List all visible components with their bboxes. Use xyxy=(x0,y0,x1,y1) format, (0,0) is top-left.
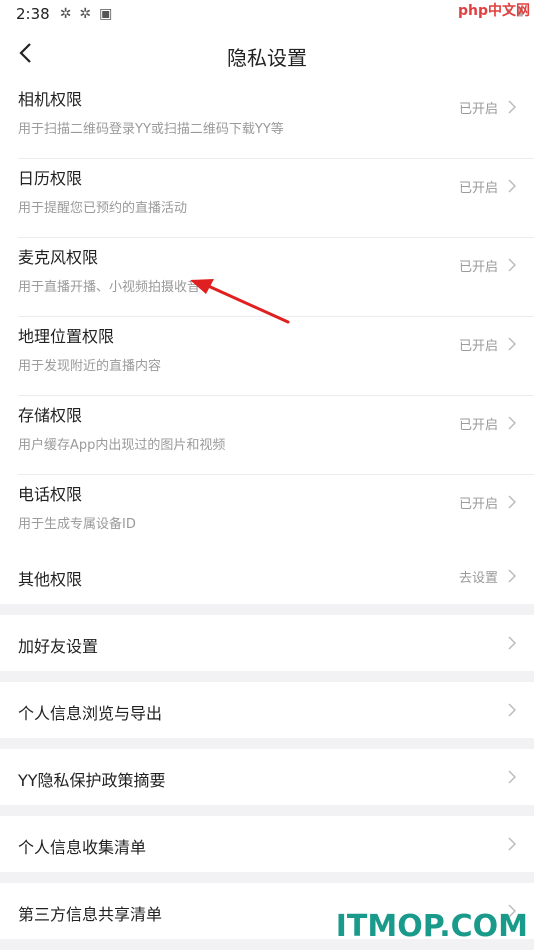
permission-calendar[interactable]: 日历权限 用于提醒您已预约的直播活动 已开启 xyxy=(18,159,534,238)
permission-title: 日历权限 xyxy=(18,169,83,188)
chevron-right-icon xyxy=(508,495,516,509)
permission-status: 已开启 xyxy=(458,181,498,196)
personal-info-export-item[interactable]: 个人信息浏览与导出 xyxy=(0,682,534,738)
permission-status: 已开启 xyxy=(458,260,498,275)
permission-desc: 用于发现附近的直播内容 xyxy=(18,359,162,374)
info-collection-list-item[interactable]: 个人信息收集清单 xyxy=(0,816,534,872)
app-notification-icon: ▣ xyxy=(99,6,113,22)
app-notification-icon: ✲ xyxy=(79,6,92,22)
permission-storage[interactable]: 存储权限 用户缓存App内出现过的图片和视频 已开启 xyxy=(18,396,534,475)
status-time: 2:38 xyxy=(16,5,50,23)
chevron-right-icon xyxy=(508,100,516,114)
page-title: 隐私设置 xyxy=(227,46,307,70)
permission-title: 存储权限 xyxy=(18,406,83,425)
chevron-right-icon xyxy=(508,569,516,583)
status-bar: 2:38 ✲ ✲ ▣ ▾ ▮ xyxy=(0,0,534,28)
item-label: 个人信息收集清单 xyxy=(18,838,147,857)
privacy-policy-summary-item[interactable]: YY隐私保护政策摘要 xyxy=(0,749,534,805)
chevron-right-icon xyxy=(508,703,516,717)
permission-phone[interactable]: 电话权限 用于生成专属设备ID 已开启 xyxy=(18,475,534,553)
permission-desc: 用于生成专属设备ID xyxy=(18,517,136,532)
permission-status: 已开启 xyxy=(458,497,498,512)
permission-microphone[interactable]: 麦克风权限 用于直播开播、小视频拍摄收音 已开启 xyxy=(18,238,534,317)
permission-desc: 用于提醒您已预约的直播活动 xyxy=(18,201,188,216)
friend-settings-item[interactable]: 加好友设置 xyxy=(0,615,534,671)
chevron-right-icon xyxy=(508,258,516,272)
watermark-logo: ITMOP.COM xyxy=(335,909,528,944)
chevron-right-icon xyxy=(508,770,516,784)
permission-desc: 用于直播开播、小视频拍摄收音 xyxy=(18,280,201,295)
permission-title: 麦克风权限 xyxy=(18,248,99,267)
header-bar: 隐私设置 xyxy=(0,28,534,80)
permission-desc: 用于扫描二维码登录YY或扫描二维码下载YY等 xyxy=(18,122,284,137)
permission-status: 已开启 xyxy=(458,102,498,117)
chevron-right-icon xyxy=(508,337,516,351)
app-notification-icon: ✲ xyxy=(59,6,72,22)
chevron-right-icon xyxy=(508,837,516,851)
chevron-right-icon xyxy=(508,636,516,650)
item-label: 第三方信息共享清单 xyxy=(18,905,163,924)
permission-camera[interactable]: 相机权限 用于扫描二维码登录YY或扫描二维码下载YY等 已开启 xyxy=(18,80,534,159)
item-label: 其他权限 xyxy=(18,570,83,589)
chevron-right-icon xyxy=(508,179,516,193)
permissions-list: 相机权限 用于扫描二维码登录YY或扫描二维码下载YY等 已开启 日历权限 用于提… xyxy=(0,80,534,553)
chevron-right-icon xyxy=(508,416,516,430)
permission-desc: 用户缓存App内出现过的图片和视频 xyxy=(18,438,226,453)
permission-status: 已开启 xyxy=(458,418,498,433)
item-status: 去设置 xyxy=(458,571,498,586)
permission-title: 地理位置权限 xyxy=(18,327,115,346)
permission-location[interactable]: 地理位置权限 用于发现附近的直播内容 已开启 xyxy=(18,317,534,396)
item-label: 加好友设置 xyxy=(18,637,99,656)
other-permissions-item[interactable]: 其他权限 去设置 xyxy=(0,548,534,604)
item-label: YY隐私保护政策摘要 xyxy=(18,771,166,790)
watermark-logo: php中文网 xyxy=(457,0,530,20)
permission-title: 相机权限 xyxy=(18,90,83,109)
permission-status: 已开启 xyxy=(458,339,498,354)
item-label: 个人信息浏览与导出 xyxy=(18,704,163,723)
permission-title: 电话权限 xyxy=(18,485,83,504)
